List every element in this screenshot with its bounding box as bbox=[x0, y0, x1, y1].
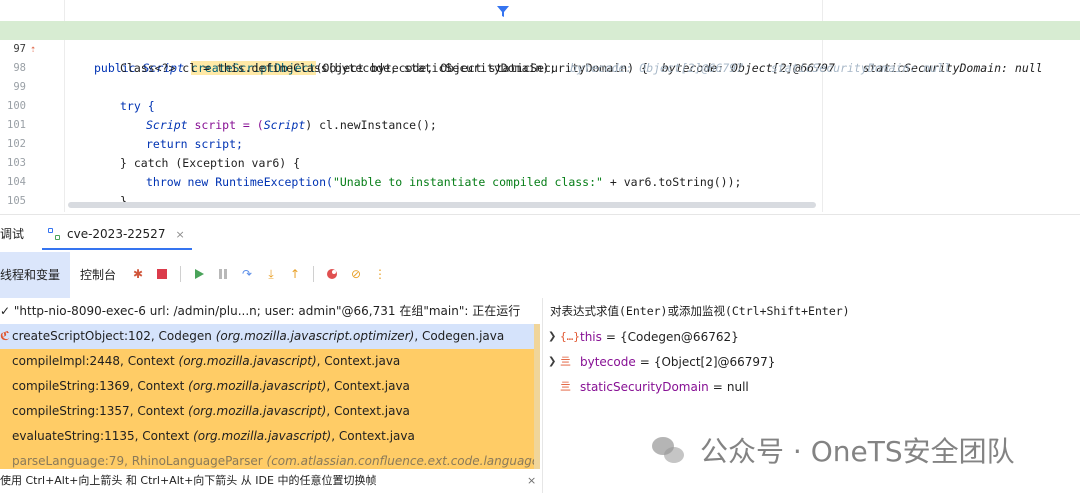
rerun-debug-icon[interactable]: ✱ bbox=[130, 266, 146, 282]
toolbar-divider bbox=[180, 266, 181, 282]
frame-package: (org.mozilla.javascript) bbox=[188, 379, 327, 393]
tab-threads-variables[interactable]: 线程和变量 bbox=[0, 252, 70, 298]
frame-file: , Context.java bbox=[326, 379, 410, 393]
frame-item[interactable]: compileImpl:2448, Context (org.mozilla.j… bbox=[0, 349, 540, 374]
field-icon: 亖 bbox=[560, 355, 571, 368]
horizontal-scrollbar[interactable] bbox=[68, 202, 816, 208]
frames-list[interactable]: ℭcreateScriptObject:102, Codegen (org.mo… bbox=[0, 324, 540, 469]
frame-method: evaluateString:1135, Context bbox=[12, 429, 194, 443]
frame-item[interactable]: compileString:1357, Context (org.mozilla… bbox=[0, 399, 540, 424]
code-line-96[interactable]: 96 ⇡ public Script createScriptObject(Ob… bbox=[0, 2, 1080, 75]
frame-method: compileImpl:2448, Context bbox=[12, 354, 179, 368]
close-hint-icon[interactable]: × bbox=[527, 471, 536, 491]
current-frame-icon: ℭ bbox=[0, 329, 10, 343]
code-line-104[interactable]: 104 } bbox=[0, 154, 1080, 208]
code-line-97-execution-point[interactable]: 97 Class<?> cl = this.defineClass(byteco… bbox=[0, 21, 1080, 75]
frame-item[interactable]: compileString:1369, Context (org.mozilla… bbox=[0, 374, 540, 399]
more-actions-icon[interactable]: ⋮ bbox=[372, 266, 388, 282]
frame-file: , Codegen.java bbox=[414, 329, 505, 343]
frame-package: (org.mozilla.javascript) bbox=[193, 429, 332, 443]
expand-arrow-icon[interactable]: ❯ bbox=[548, 326, 560, 348]
wechat-logo-icon bbox=[650, 433, 690, 467]
debug-tool-window-header: 调试 cve-2023-22527 × bbox=[0, 214, 1080, 250]
frame-file: , Context.java bbox=[316, 354, 401, 368]
debug-toolbar: 线程和变量 控制台 ✱ ↷ ⤓ ↑ ⊘ ⋮ bbox=[0, 252, 1080, 298]
tab-console[interactable]: 控制台 bbox=[80, 252, 116, 298]
variable-bytecode[interactable]: ❯ 亖 bytecode = {Object[2]@66797} bbox=[548, 351, 775, 373]
code-line-101[interactable]: 101 return script; bbox=[0, 97, 1080, 151]
expand-arrow-icon[interactable]: ❯ bbox=[548, 351, 560, 373]
resume-icon[interactable] bbox=[191, 266, 207, 282]
field-icon: 亖 bbox=[560, 380, 571, 393]
variable-value: {Object[2]@66797} bbox=[653, 355, 776, 369]
filter-icon[interactable] bbox=[496, 4, 510, 18]
thread-selector[interactable]: ✓ "http-nio-8090-exec-6 url: /admin/plu.… bbox=[0, 300, 540, 322]
frame-method: parseLanguage:79, RhinoLanguageParser bbox=[12, 454, 267, 468]
pause-icon[interactable] bbox=[215, 266, 231, 282]
frame-item-selected[interactable]: ℭcreateScriptObject:102, Codegen (org.mo… bbox=[0, 324, 540, 349]
stop-icon[interactable] bbox=[154, 266, 170, 282]
code-line-103[interactable]: 103 throw new RuntimeException("Unable t… bbox=[0, 135, 1080, 189]
variable-name: staticSecurityDomain bbox=[580, 380, 709, 394]
code-line-98[interactable]: 98 bbox=[0, 40, 1080, 74]
frame-package: (com.atlassian.confluence.ext.code.langu… bbox=[266, 454, 540, 468]
code-line-105[interactable]: 105 } bbox=[0, 173, 1080, 227]
step-out-icon[interactable]: ↑ bbox=[287, 266, 303, 282]
variable-name: bytecode bbox=[580, 355, 636, 369]
view-breakpoints-icon[interactable] bbox=[324, 266, 340, 282]
debug-actions: ✱ ↷ ⤓ ↑ ⊘ ⋮ bbox=[130, 266, 388, 282]
frame-method: createScriptObject:102, Codegen bbox=[12, 329, 216, 343]
run-config-icon bbox=[48, 227, 61, 241]
frame-package: (org.mozilla.javascript.optimizer) bbox=[215, 329, 415, 343]
debug-session-tab[interactable]: cve-2023-22527 × bbox=[48, 224, 185, 244]
watermark-text: 公众号 · OneTS安全团队 bbox=[700, 435, 1015, 468]
mute-breakpoints-icon[interactable]: ⊘ bbox=[348, 266, 364, 282]
watermark: 公众号 · OneTS安全团队 bbox=[650, 430, 1015, 470]
panel-divider[interactable] bbox=[542, 298, 543, 493]
object-icon: {…} bbox=[560, 330, 580, 343]
variable-value: {Codegen@66762} bbox=[619, 330, 739, 344]
frame-file: , Context.java bbox=[326, 404, 410, 418]
active-tab-indicator bbox=[42, 248, 192, 250]
equals-sign: = bbox=[712, 380, 723, 394]
step-into-icon[interactable]: ⤓ bbox=[263, 266, 279, 282]
variable-value: null bbox=[726, 380, 749, 394]
frame-method: compileString:1369, Context bbox=[12, 379, 189, 393]
close-icon[interactable]: × bbox=[175, 228, 184, 241]
evaluate-expression-input[interactable]: 对表达式求值(Enter)或添加监视(Ctrl+Shift+Enter) bbox=[550, 300, 1070, 322]
frame-item[interactable]: evaluateString:1135, Context (org.mozill… bbox=[0, 424, 540, 449]
frames-scrollbar[interactable] bbox=[534, 324, 540, 469]
variable-name: this bbox=[580, 330, 602, 344]
frame-file: , Context.java bbox=[331, 429, 415, 443]
code-line-102[interactable]: 102 } catch (Exception var6) { bbox=[0, 116, 1080, 170]
step-over-icon[interactable]: ↷ bbox=[239, 266, 255, 282]
equals-sign: = bbox=[605, 330, 616, 344]
code-line-100[interactable]: 100 Script script = (Script) cl.newInsta… bbox=[0, 78, 1080, 132]
frame-package: (org.mozilla.javascript) bbox=[178, 354, 317, 368]
toolbar-divider bbox=[313, 266, 314, 282]
frame-switch-hint: 使用 Ctrl+Alt+向上箭头 和 Ctrl+Alt+向下箭头 从 IDE 中… bbox=[0, 474, 377, 487]
frame-item[interactable]: parseLanguage:79, RhinoLanguageParser (c… bbox=[0, 449, 540, 469]
variable-static-security-domain[interactable]: 亖 staticSecurityDomain = null bbox=[548, 376, 749, 398]
code-line-99[interactable]: 99 try { bbox=[0, 59, 1080, 113]
debug-title: 调试 bbox=[0, 227, 25, 241]
equals-sign: = bbox=[639, 355, 650, 369]
code-editor[interactable]: 96 ⇡ public Script createScriptObject(Ob… bbox=[0, 0, 1080, 227]
frame-package: (org.mozilla.javascript) bbox=[188, 404, 327, 418]
session-tab-label: cve-2023-22527 bbox=[67, 227, 166, 241]
frame-method: compileString:1357, Context bbox=[12, 404, 189, 418]
variable-this[interactable]: ❯ {…} this = {Codegen@66762} bbox=[548, 326, 739, 348]
